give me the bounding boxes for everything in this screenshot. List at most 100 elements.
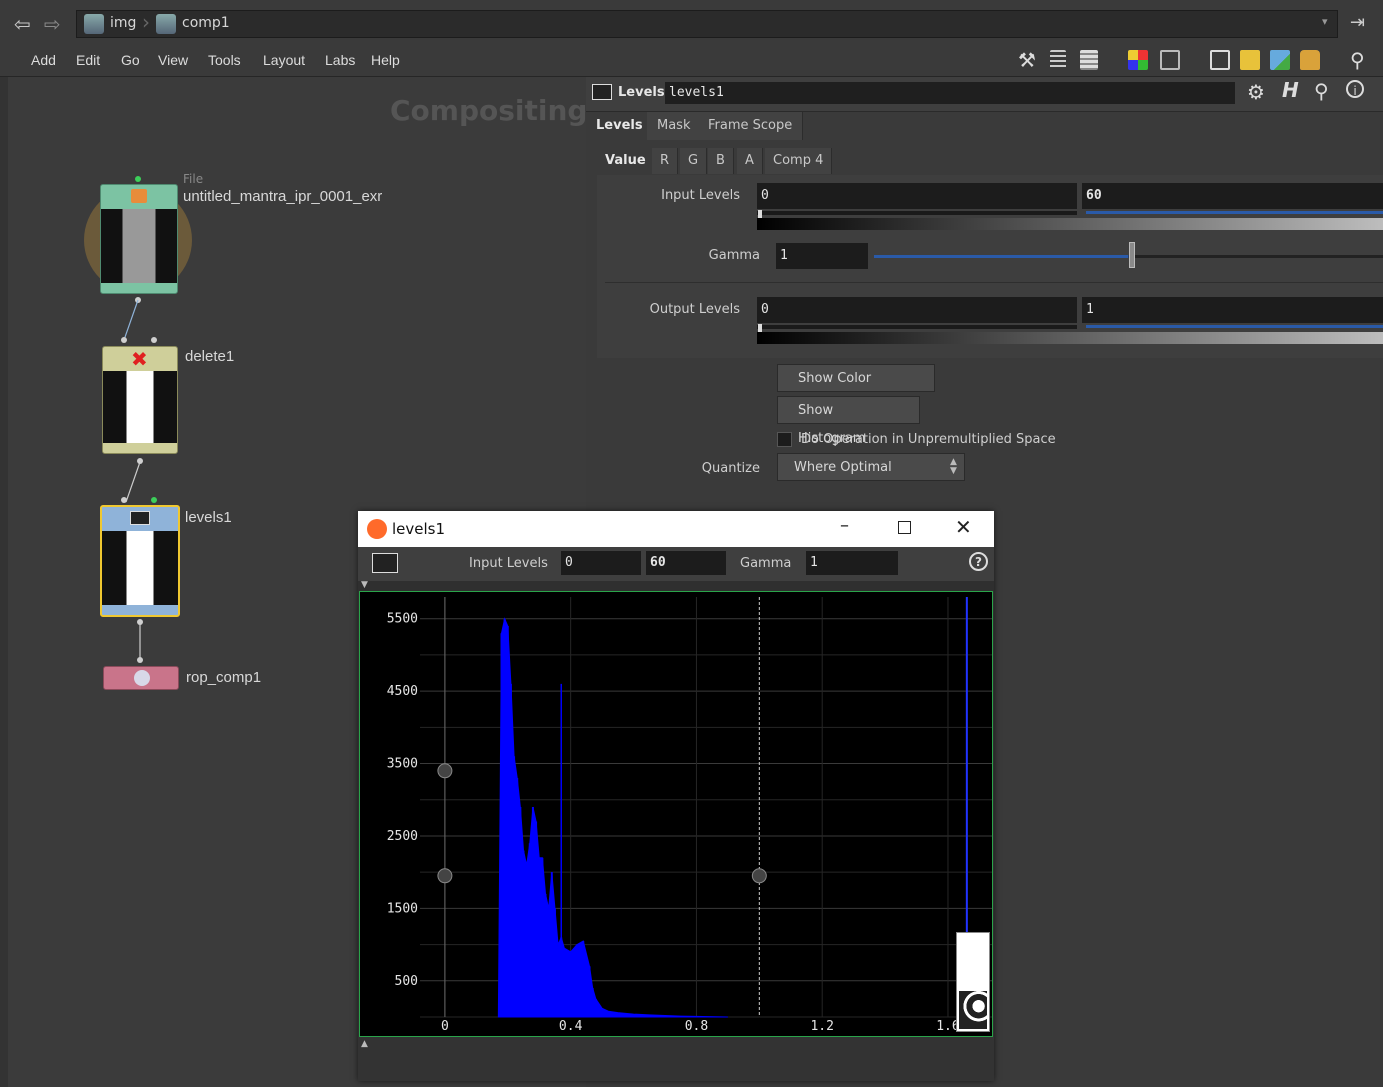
breadcrumb-comp1[interactable]: comp1 [182,15,230,31]
list-view-icon[interactable] [1080,50,1098,70]
show-histogram-button[interactable]: Show Histogram [777,396,920,446]
path-field[interactable] [76,10,1338,38]
node-input-dot[interactable] [135,176,141,182]
node-input-dot[interactable] [121,337,127,343]
tools-icon[interactable]: ⚒ [1018,48,1038,72]
levels-icon [130,511,150,525]
gamma-field[interactable]: 1 [776,243,868,269]
gear-icon[interactable]: ⚙ [1247,80,1265,104]
subtab-g[interactable]: G [680,148,708,174]
window-input-low-field[interactable]: 0 [561,551,641,575]
subtab-b[interactable]: B [708,148,734,174]
quantize-label: Quantize [701,461,760,476]
input-low-slider[interactable] [757,211,1077,215]
minimize-icon[interactable]: – [840,515,849,536]
houdini-help-icon[interactable]: H [1282,78,1299,102]
input-levels-low-field[interactable]: 0 [757,183,1077,209]
menu-help[interactable]: Help [371,52,400,68]
node-name-field[interactable]: levels1 [665,82,1235,104]
pin-icon[interactable]: ⇥ [1350,12,1365,33]
output-low-slider[interactable] [757,325,1077,329]
node-label-rop[interactable]: rop_comp1 [186,669,261,686]
menu-go[interactable]: Go [121,52,140,68]
expand-arrow-icon[interactable]: ▲ [361,1039,368,1049]
window-input-levels-label: Input Levels [469,556,548,571]
breadcrumb-separator: › [142,10,150,34]
subtab-comp4[interactable]: Comp 4 [765,148,833,174]
input-low-handle-2 [437,868,453,884]
collapse-arrow-icon[interactable]: ▼ [361,580,368,590]
node-file[interactable] [100,184,178,294]
output-levels-label: Output Levels [649,302,740,317]
x-tick-label: 1.2 [810,1019,833,1034]
x-tick-label: 0.4 [559,1019,583,1034]
render-icon [134,670,150,686]
menu-view[interactable]: View [158,52,188,68]
input-low-handle[interactable] [758,210,762,218]
search-icon[interactable]: ⚲ [1314,79,1329,103]
menu-edit[interactable]: Edit [76,52,100,68]
y-tick-label: 3500 [387,757,418,772]
node-label-delete[interactable]: delete1 [185,348,234,365]
grid-icon[interactable] [1160,50,1180,70]
color-palette-icon[interactable] [1128,50,1148,70]
node-input-dot[interactable] [137,657,143,663]
gamma-handle [751,868,767,884]
levels-icon [592,84,612,100]
delete-x-icon: ✖ [131,347,148,371]
tree-view-icon[interactable] [1050,50,1066,70]
gamma-slider-handle[interactable] [1129,242,1135,268]
arrow-left-icon[interactable]: ⇦ [14,12,31,36]
node-label-levels[interactable]: levels1 [185,509,232,526]
menu-tools[interactable]: Tools [208,52,241,68]
menu-add[interactable]: Add [31,52,56,68]
input-levels-high-field[interactable]: 60 [1082,183,1383,209]
node-input-dot[interactable] [151,337,157,343]
histogram-plot[interactable]: 5500 4500 3500 2500 1500 500 0 0.4 0.8 1.2 1.6 [359,591,993,1037]
subtab-value[interactable]: Value [597,148,655,174]
node-delete[interactable]: ✖ [102,346,178,454]
input-levels-label: Input Levels [661,188,740,203]
network-box-icon[interactable] [1210,50,1230,70]
tab-mask[interactable]: Mask [647,112,702,140]
quantize-select[interactable]: Where Optimal [777,453,965,481]
output-low-handle[interactable] [758,324,762,332]
help-icon[interactable]: ? [969,552,988,571]
tab-frame-scope[interactable]: Frame Scope [698,112,804,140]
show-color-curves-button[interactable]: Show Color Curves [777,364,935,414]
info-icon[interactable]: i [1346,80,1364,98]
window-input-high-field[interactable]: 60 [646,551,726,575]
output-high-slider[interactable] [1086,325,1383,328]
breadcrumb-img[interactable]: img [110,15,136,31]
unpremult-label: Do Operation in Unpremultiplied Space [801,432,1056,447]
node-input-dot[interactable] [121,497,127,503]
input-high-slider[interactable] [1086,211,1383,214]
node-levels[interactable] [100,505,180,617]
node-label-file[interactable]: untitled_mantra_ipr_0001_exr [183,188,382,205]
node-input-dot[interactable] [151,497,157,503]
search-icon[interactable]: ⚲ [1350,48,1365,72]
y-axis-labels: 5500 4500 3500 2500 1500 500 [387,612,418,989]
node-output-dot[interactable] [137,458,143,464]
menu-labs[interactable]: Labs [325,52,355,68]
close-icon[interactable]: ✕ [955,515,972,539]
window-title: levels1 [392,520,446,538]
histogram-svg[interactable]: 55004500350025001500500 0 0.4 0.8 1.2 1.6 [360,592,992,1036]
output-levels-low-field[interactable]: 0 [757,297,1077,323]
dots-icon[interactable] [1300,50,1320,70]
maximize-icon[interactable] [898,521,911,534]
menu-layout[interactable]: Layout [263,52,305,68]
image-icon[interactable] [1270,50,1290,70]
subtab-a[interactable]: A [737,148,763,174]
tab-levels[interactable]: Levels [586,112,654,140]
node-rop-comp[interactable] [103,666,179,690]
arrow-right-icon[interactable]: ⇨ [44,12,61,36]
chevron-down-icon[interactable]: ▾ [1322,15,1328,28]
output-levels-high-field[interactable]: 1 [1082,297,1383,323]
window-gamma-field[interactable]: 1 [806,551,898,575]
sticky-note-icon[interactable] [1240,50,1260,70]
unpremult-checkbox[interactable] [777,432,792,447]
preview-image [959,991,987,1029]
node-output-dot[interactable] [137,619,143,625]
subtab-r[interactable]: R [652,148,679,174]
